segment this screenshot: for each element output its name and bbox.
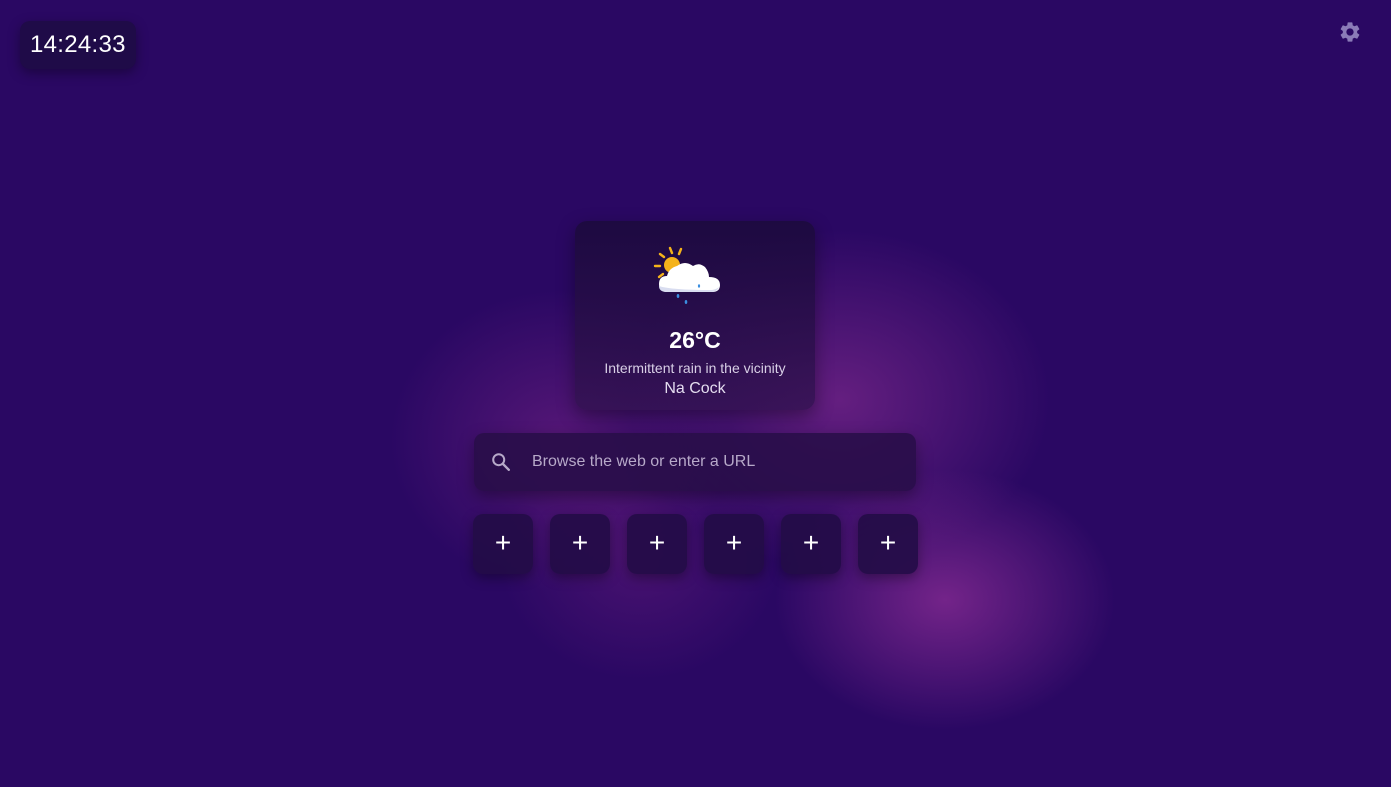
- add-shortcut-button[interactable]: +: [473, 514, 533, 574]
- add-shortcut-button[interactable]: +: [704, 514, 764, 574]
- add-shortcut-button[interactable]: +: [781, 514, 841, 574]
- add-shortcut-label: +: [648, 527, 666, 558]
- add-shortcut-label: +: [802, 527, 820, 558]
- weather-condition: Intermittent rain in the vicinity: [604, 360, 786, 376]
- weather-location: Na Cock: [664, 380, 726, 397]
- clock-time: 14:24:33: [30, 31, 126, 58]
- add-shortcut-label: +: [571, 527, 589, 558]
- sun-behind-rain-cloud-icon: [653, 246, 720, 304]
- gear-icon: [1340, 22, 1360, 42]
- search-input[interactable]: [532, 433, 902, 491]
- add-shortcut-button[interactable]: +: [627, 514, 687, 574]
- search-bar[interactable]: [474, 433, 916, 491]
- add-shortcut-label: +: [494, 527, 512, 558]
- clock: 14:24:33: [20, 21, 136, 69]
- add-shortcut-label: +: [725, 527, 743, 558]
- add-shortcut-button[interactable]: +: [550, 514, 610, 574]
- search-icon: [492, 453, 510, 471]
- weather-card: 26°C Intermittent rain in the vicinity N…: [575, 221, 815, 410]
- weather-temperature: 26°C: [669, 327, 721, 353]
- add-shortcut-button[interactable]: +: [858, 514, 918, 574]
- settings-button[interactable]: [1338, 20, 1362, 44]
- add-shortcut-label: +: [879, 527, 897, 558]
